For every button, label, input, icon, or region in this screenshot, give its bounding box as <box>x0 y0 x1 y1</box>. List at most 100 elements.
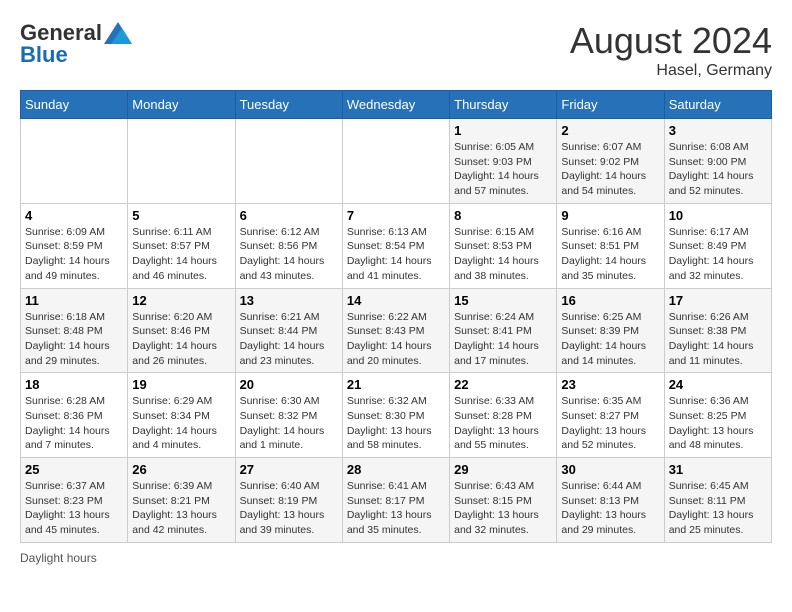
day-number: 26 <box>132 462 230 477</box>
day-number: 12 <box>132 293 230 308</box>
day-info: Sunrise: 6:07 AM Sunset: 9:02 PM Dayligh… <box>561 140 659 199</box>
logo: General Blue <box>20 20 132 68</box>
day-number: 30 <box>561 462 659 477</box>
calendar-day-cell: 11 Sunrise: 6:18 AM Sunset: 8:48 PM Dayli… <box>21 288 128 373</box>
calendar-day-cell: 5 Sunrise: 6:11 AM Sunset: 8:57 PM Daylig… <box>128 203 235 288</box>
calendar-day-cell: 8 Sunrise: 6:15 AM Sunset: 8:53 PM Daylig… <box>450 203 557 288</box>
calendar-weekday-header: Wednesday <box>342 91 449 119</box>
calendar-day-cell: 20 Sunrise: 6:30 AM Sunset: 8:32 PM Dayli… <box>235 373 342 458</box>
calendar-weekday-header: Thursday <box>450 91 557 119</box>
day-number: 27 <box>240 462 338 477</box>
day-number: 13 <box>240 293 338 308</box>
calendar-day-cell: 22 Sunrise: 6:33 AM Sunset: 8:28 PM Dayli… <box>450 373 557 458</box>
day-info: Sunrise: 6:09 AM Sunset: 8:59 PM Dayligh… <box>25 225 123 284</box>
calendar-day-cell: 16 Sunrise: 6:25 AM Sunset: 8:39 PM Dayli… <box>557 288 664 373</box>
day-info: Sunrise: 6:41 AM Sunset: 8:17 PM Dayligh… <box>347 479 445 538</box>
day-number: 22 <box>454 377 552 392</box>
day-info: Sunrise: 6:29 AM Sunset: 8:34 PM Dayligh… <box>132 394 230 453</box>
calendar-day-cell: 30 Sunrise: 6:44 AM Sunset: 8:13 PM Dayli… <box>557 458 664 543</box>
calendar-day-cell: 13 Sunrise: 6:21 AM Sunset: 8:44 PM Dayli… <box>235 288 342 373</box>
day-info: Sunrise: 6:13 AM Sunset: 8:54 PM Dayligh… <box>347 225 445 284</box>
calendar-table: SundayMondayTuesdayWednesdayThursdayFrid… <box>20 90 772 543</box>
calendar-day-cell: 25Sunrise: 6:37 AM Sunset: 8:23 PM Dayli… <box>21 458 128 543</box>
day-number: 21 <box>347 377 445 392</box>
day-number: 24 <box>669 377 767 392</box>
calendar-weekday-header: Sunday <box>21 91 128 119</box>
day-number: 8 <box>454 208 552 223</box>
day-info: Sunrise: 6:15 AM Sunset: 8:53 PM Dayligh… <box>454 225 552 284</box>
logo-blue-text: Blue <box>20 42 68 68</box>
day-number: 10 <box>669 208 767 223</box>
day-number: 19 <box>132 377 230 392</box>
day-number: 5 <box>132 208 230 223</box>
day-info: Sunrise: 6:21 AM Sunset: 8:44 PM Dayligh… <box>240 310 338 369</box>
day-info: Sunrise: 6:45 AM Sunset: 8:11 PM Dayligh… <box>669 479 767 538</box>
calendar-day-cell: 31 Sunrise: 6:45 AM Sunset: 8:11 PM Dayli… <box>664 458 771 543</box>
day-info: Sunrise: 6:39 AM Sunset: 8:21 PM Dayligh… <box>132 479 230 538</box>
day-number: 20 <box>240 377 338 392</box>
day-info: Sunrise: 6:17 AM Sunset: 8:49 PM Dayligh… <box>669 225 767 284</box>
calendar-day-cell: 21 Sunrise: 6:32 AM Sunset: 8:30 PM Dayli… <box>342 373 449 458</box>
day-info: Sunrise: 6:37 AM Sunset: 8:23 PM Dayligh… <box>25 479 123 538</box>
title-block: August 2024 Hasel, Germany <box>570 20 772 80</box>
page-header: General Blue August 2024 Hasel, Germany <box>20 20 772 80</box>
calendar-day-cell: 9Sunrise: 6:16 AM Sunset: 8:51 PM Daylig… <box>557 203 664 288</box>
footer: Daylight hours <box>20 551 772 565</box>
day-number: 31 <box>669 462 767 477</box>
day-number: 17 <box>669 293 767 308</box>
day-info: Sunrise: 6:40 AM Sunset: 8:19 PM Dayligh… <box>240 479 338 538</box>
calendar-weekday-header: Friday <box>557 91 664 119</box>
day-info: Sunrise: 6:35 AM Sunset: 8:27 PM Dayligh… <box>561 394 659 453</box>
calendar-day-cell: 12Sunrise: 6:20 AM Sunset: 8:46 PM Dayli… <box>128 288 235 373</box>
calendar-day-cell: 7 Sunrise: 6:13 AM Sunset: 8:54 PM Daylig… <box>342 203 449 288</box>
logo-icon <box>104 22 132 44</box>
day-info: Sunrise: 6:32 AM Sunset: 8:30 PM Dayligh… <box>347 394 445 453</box>
calendar-day-cell: 23 Sunrise: 6:35 AM Sunset: 8:27 PM Dayli… <box>557 373 664 458</box>
calendar-day-cell: 17 Sunrise: 6:26 AM Sunset: 8:38 PM Dayli… <box>664 288 771 373</box>
calendar-day-cell: 15 Sunrise: 6:24 AM Sunset: 8:41 PM Dayli… <box>450 288 557 373</box>
day-number: 11 <box>25 293 123 308</box>
calendar-day-cell <box>21 119 128 204</box>
calendar-day-cell: 19 Sunrise: 6:29 AM Sunset: 8:34 PM Dayli… <box>128 373 235 458</box>
calendar-day-cell <box>128 119 235 204</box>
day-info: Sunrise: 6:24 AM Sunset: 8:41 PM Dayligh… <box>454 310 552 369</box>
calendar-week-row: 11 Sunrise: 6:18 AM Sunset: 8:48 PM Dayli… <box>21 288 772 373</box>
calendar-weekday-header: Saturday <box>664 91 771 119</box>
day-info: Sunrise: 6:26 AM Sunset: 8:38 PM Dayligh… <box>669 310 767 369</box>
calendar-week-row: 1 Sunrise: 6:05 AM Sunset: 9:03 PM Daylig… <box>21 119 772 204</box>
day-info: Sunrise: 6:22 AM Sunset: 8:43 PM Dayligh… <box>347 310 445 369</box>
day-number: 4 <box>25 208 123 223</box>
calendar-day-cell: 24 Sunrise: 6:36 AM Sunset: 8:25 PM Dayli… <box>664 373 771 458</box>
day-number: 1 <box>454 123 552 138</box>
day-number: 15 <box>454 293 552 308</box>
calendar-weekday-header: Monday <box>128 91 235 119</box>
day-info: Sunrise: 6:11 AM Sunset: 8:57 PM Dayligh… <box>132 225 230 284</box>
day-number: 6 <box>240 208 338 223</box>
day-number: 16 <box>561 293 659 308</box>
calendar-day-cell: 14 Sunrise: 6:22 AM Sunset: 8:43 PM Dayli… <box>342 288 449 373</box>
calendar-day-cell: 26 Sunrise: 6:39 AM Sunset: 8:21 PM Dayli… <box>128 458 235 543</box>
calendar-week-row: 4 Sunrise: 6:09 AM Sunset: 8:59 PM Daylig… <box>21 203 772 288</box>
day-info: Sunrise: 6:25 AM Sunset: 8:39 PM Dayligh… <box>561 310 659 369</box>
day-info: Sunrise: 6:28 AM Sunset: 8:36 PM Dayligh… <box>25 394 123 453</box>
calendar-day-cell: 3 Sunrise: 6:08 AM Sunset: 9:00 PM Daylig… <box>664 119 771 204</box>
day-info: Sunrise: 6:36 AM Sunset: 8:25 PM Dayligh… <box>669 394 767 453</box>
calendar-day-cell <box>342 119 449 204</box>
day-number: 7 <box>347 208 445 223</box>
day-number: 3 <box>669 123 767 138</box>
calendar-day-cell: 6Sunrise: 6:12 AM Sunset: 8:56 PM Daylig… <box>235 203 342 288</box>
day-number: 14 <box>347 293 445 308</box>
day-number: 2 <box>561 123 659 138</box>
daylight-hours-label: Daylight hours <box>20 551 97 565</box>
day-number: 23 <box>561 377 659 392</box>
day-info: Sunrise: 6:30 AM Sunset: 8:32 PM Dayligh… <box>240 394 338 453</box>
calendar-day-cell: 2 Sunrise: 6:07 AM Sunset: 9:02 PM Daylig… <box>557 119 664 204</box>
day-info: Sunrise: 6:33 AM Sunset: 8:28 PM Dayligh… <box>454 394 552 453</box>
day-info: Sunrise: 6:05 AM Sunset: 9:03 PM Dayligh… <box>454 140 552 199</box>
day-info: Sunrise: 6:08 AM Sunset: 9:00 PM Dayligh… <box>669 140 767 199</box>
day-info: Sunrise: 6:18 AM Sunset: 8:48 PM Dayligh… <box>25 310 123 369</box>
calendar-day-cell: 1 Sunrise: 6:05 AM Sunset: 9:03 PM Daylig… <box>450 119 557 204</box>
day-info: Sunrise: 6:44 AM Sunset: 8:13 PM Dayligh… <box>561 479 659 538</box>
calendar-day-cell: 27 Sunrise: 6:40 AM Sunset: 8:19 PM Dayli… <box>235 458 342 543</box>
month-year-title: August 2024 <box>570 20 772 62</box>
